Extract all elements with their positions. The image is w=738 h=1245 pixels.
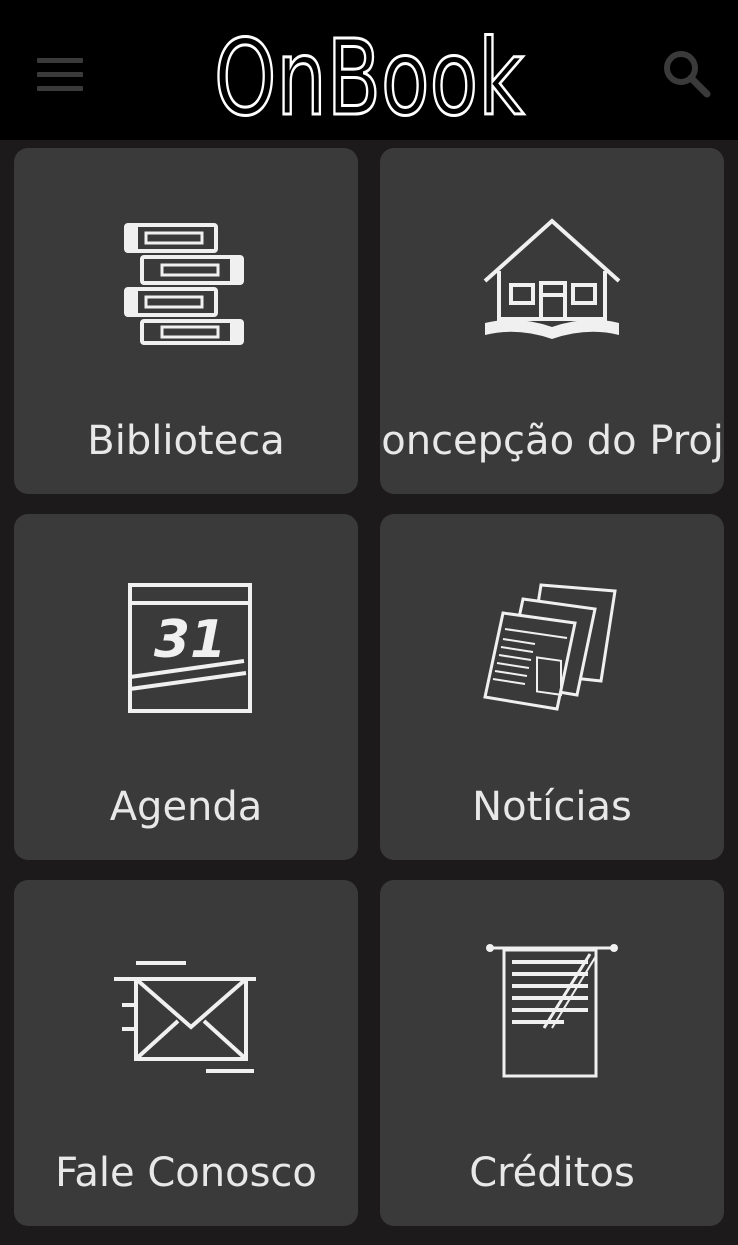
envelope-icon [114,961,256,1073]
tile-label: Notícias [472,784,632,830]
tile-label: Agenda [109,784,263,830]
tile-biblioteca[interactable]: Biblioteca [14,148,358,494]
tile-agenda[interactable]: 31 Agenda [14,514,358,860]
tile-noticias[interactable]: Notícias [380,514,724,860]
app-screen: OnBook Biblioteca oncepção do Proj 31 Ag… [0,0,738,1245]
calendar-31-icon: 31 [128,583,252,713]
tile-label: Créditos [469,1150,635,1196]
app-title: OnBook [214,17,524,132]
tile-label: Concepção do Projeto [380,418,724,464]
books-stack-icon [124,223,244,345]
app-logo: OnBook [0,14,738,133]
app-bar: OnBook [0,0,738,140]
tile-creditos[interactable]: Créditos [380,880,724,1226]
newspapers-icon [483,583,617,711]
app-logo-wordmark: OnBook [213,16,526,133]
svg-text:31: 31 [154,610,226,670]
credits-scroll-icon [486,944,618,1078]
tile-label: Biblioteca [87,418,285,464]
search-icon [664,51,711,98]
tile-label: Fale Conosco [55,1150,317,1196]
menu-grid: Biblioteca Concepção do Projeto [0,140,738,1245]
tile-concepcao-do-projeto[interactable]: Concepção do Projeto [380,148,724,494]
search-button[interactable] [655,42,719,106]
house-on-book-icon [483,218,621,339]
tile-fale-conosco[interactable]: Fale Conosco [14,880,358,1226]
